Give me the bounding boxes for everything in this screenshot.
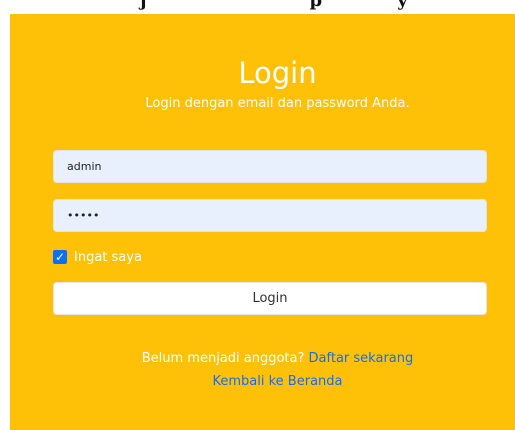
top-strip-text: j p y [140,0,408,11]
register-prompt-line: Belum menjadi anggota? Daftar sekarang [10,351,515,366]
top-strip: j p y [0,0,515,14]
remember-checkbox[interactable]: ✓ [53,250,67,264]
login-card: Login Login dengan email dan password An… [10,14,515,430]
register-link[interactable]: Daftar sekarang [309,351,414,366]
password-field[interactable] [53,199,487,232]
remember-me[interactable]: ✓ Ingat saya [53,249,142,265]
login-page: j p y Login Login dengan email dan passw… [0,0,515,430]
home-link[interactable]: Kembali ke Beranda [213,374,343,389]
login-title: Login [238,56,317,90]
login-subtitle: Login dengan email dan password Anda. [145,96,410,111]
register-prompt: Belum menjadi anggota? [141,351,305,366]
home-link-line: Kembali ke Beranda [10,374,515,389]
remember-label: Ingat saya [74,249,142,265]
login-button[interactable]: Login [53,282,487,315]
email-field[interactable] [53,150,487,183]
